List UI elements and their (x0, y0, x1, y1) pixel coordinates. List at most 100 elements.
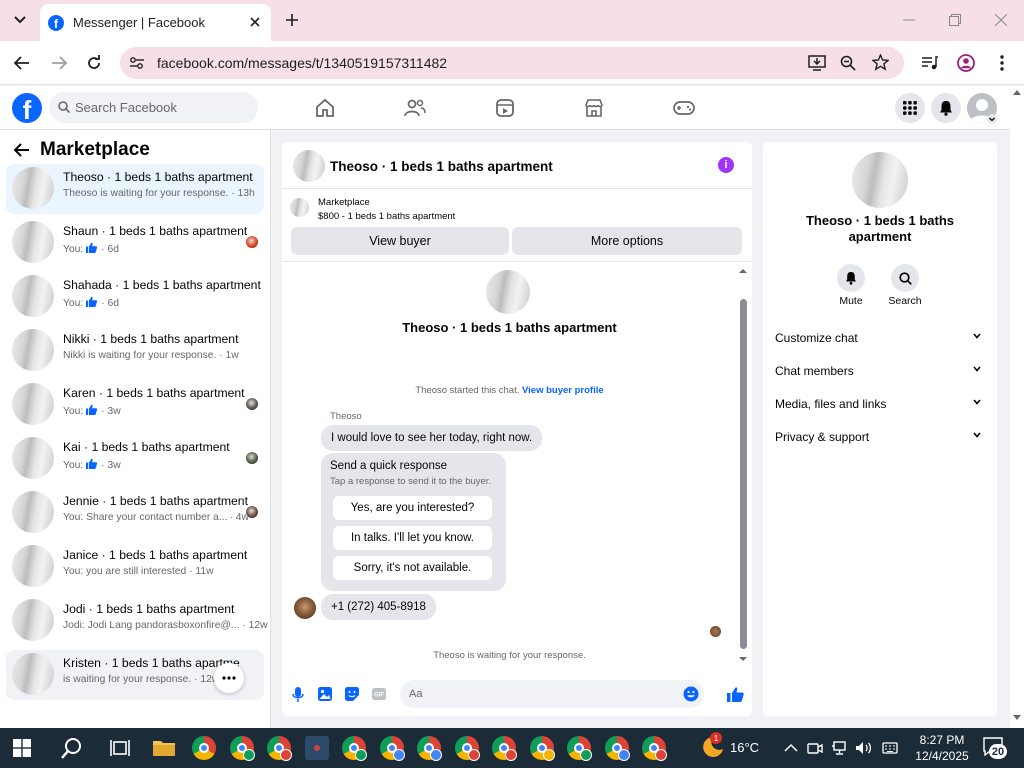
media-control-button[interactable] (920, 53, 940, 73)
preview-text: You: (63, 460, 84, 471)
address-bar[interactable]: facebook.com/messages/t/1340519157311482 (120, 47, 904, 79)
reload-button[interactable] (84, 53, 104, 73)
camera-icon[interactable] (807, 740, 823, 756)
attach-photo-button[interactable] (317, 686, 333, 702)
nav-gaming[interactable] (673, 97, 695, 119)
scroll-up-arrow-icon[interactable] (1013, 90, 1021, 95)
profile-button[interactable] (956, 53, 976, 73)
browser-menu-button[interactable] (992, 53, 1012, 73)
nav-friends[interactable] (404, 97, 426, 119)
chrome-icon[interactable] (192, 736, 216, 760)
conversation-item[interactable]: Nikki · 1 beds 1 baths apartment Nikki is… (6, 326, 264, 376)
chrome-icon[interactable] (229, 736, 255, 761)
close-tab-button[interactable] (247, 14, 263, 30)
info-icon[interactable]: i (718, 157, 734, 173)
facebook-logo[interactable]: f (12, 93, 42, 123)
chrome-icon[interactable] (417, 736, 442, 761)
minimize-button[interactable] (897, 10, 921, 30)
file-explorer-icon[interactable] (152, 736, 176, 760)
listing-title[interactable]: $800 - 1 beds 1 baths apartment (318, 211, 455, 222)
conversation-item[interactable]: Kai · 1 beds 1 baths apartment You: · 3w (6, 434, 264, 484)
emoji-icon[interactable] (683, 686, 699, 702)
more-options-button[interactable]: More options (512, 227, 742, 255)
close-window-button[interactable] (989, 10, 1013, 30)
network-icon[interactable] (831, 740, 847, 756)
menu-button[interactable] (895, 93, 925, 123)
quick-response-option[interactable]: In talks. I'll let you know. (333, 526, 492, 550)
scrollbar-thumb[interactable] (740, 299, 747, 649)
weather-widget[interactable]: 1 (700, 732, 726, 760)
conversation-item[interactable]: Jodi · 1 beds 1 baths apartment Jodi: Jod… (6, 596, 268, 646)
scroll-up-arrow-icon[interactable] (738, 268, 748, 274)
search-conversation-button[interactable] (891, 264, 919, 292)
conversation-options-button[interactable] (214, 663, 244, 693)
chat-avatar[interactable] (293, 150, 325, 182)
chrome-icon[interactable] (379, 736, 405, 761)
scroll-down-arrow-icon[interactable] (738, 656, 748, 662)
send-like-button[interactable] (726, 685, 744, 703)
notifications-button[interactable] (931, 93, 961, 123)
restore-button[interactable] (943, 10, 967, 30)
chrome-icon[interactable] (529, 736, 555, 761)
mute-button[interactable] (837, 264, 865, 292)
forward-button[interactable] (49, 53, 69, 73)
conversation-item[interactable]: Shahada · 1 beds 1 baths apartment You: · … (6, 272, 264, 322)
keyboard-icon[interactable] (882, 740, 898, 756)
chrome-icon[interactable] (567, 736, 592, 761)
message-bubble[interactable]: +1 (272) 405-8918 (321, 594, 436, 620)
new-tab-button[interactable] (282, 10, 302, 30)
view-buyer-profile-link[interactable]: View buyer profile (522, 385, 604, 396)
system-clock[interactable]: 8:27 PM 12/4/2025 (912, 732, 972, 764)
sender-avatar[interactable] (294, 597, 316, 619)
back-arrow-icon[interactable] (14, 143, 30, 157)
zoom-icon[interactable] (840, 55, 856, 71)
message-scrollbar[interactable] (737, 265, 749, 662)
conversation-item[interactable]: Theoso · 1 beds 1 baths apartment Theoso … (6, 164, 264, 214)
chevron-up-icon[interactable] (783, 740, 799, 756)
chrome-icon[interactable] (454, 736, 480, 761)
bookmark-star-icon[interactable] (872, 54, 889, 71)
quick-response-option[interactable]: Sorry, it's not available. (333, 556, 492, 580)
nav-video[interactable] (494, 97, 516, 119)
chrome-icon[interactable] (267, 736, 292, 761)
active-app-icon[interactable] (304, 736, 329, 760)
chrome-icon[interactable] (342, 736, 367, 761)
conversation-item[interactable]: Janice · 1 beds 1 baths apartment You: yo… (6, 542, 264, 592)
section-privacy-support[interactable]: Privacy & support (775, 424, 985, 450)
section-chat-members[interactable]: Chat members (775, 358, 985, 384)
section-media-files-links[interactable]: Media, files and links (775, 391, 985, 417)
preview-text: You: Share your contact number a... (63, 512, 228, 523)
chrome-icon[interactable] (604, 736, 630, 761)
windows-start-icon[interactable] (13, 739, 31, 757)
nav-marketplace[interactable] (583, 97, 605, 119)
section-customize-chat[interactable]: Customize chat (775, 325, 985, 351)
install-app-icon[interactable] (808, 54, 826, 72)
conversation-item[interactable]: Jennie · 1 beds 1 baths apartment You: Sh… (6, 488, 264, 538)
back-button[interactable] (12, 53, 32, 73)
voice-clip-button[interactable] (290, 686, 306, 702)
browser-tab[interactable]: f Messenger | Facebook (40, 4, 271, 41)
facebook-search[interactable]: Search Facebook (49, 92, 258, 123)
task-view-icon[interactable] (108, 736, 132, 760)
scroll-down-arrow-icon[interactable] (1013, 715, 1021, 720)
chrome-icon[interactable] (492, 736, 517, 761)
tab-search-button[interactable] (8, 9, 32, 31)
message-input[interactable]: Aa (400, 680, 704, 708)
notification-center-button[interactable]: 20 (982, 736, 1010, 760)
video-icon (496, 99, 514, 117)
quick-response-option[interactable]: Yes, are you interested? (333, 496, 492, 520)
chrome-icon[interactable] (642, 736, 667, 761)
chat-title[interactable]: Theoso · 1 beds 1 baths apartment (330, 159, 553, 174)
search-icon[interactable] (60, 736, 84, 760)
message-bubble[interactable]: I would love to see her today, right now… (321, 425, 543, 451)
conversation-item[interactable]: Karen · 1 beds 1 baths apartment You: · 3w (6, 380, 264, 430)
conversation-item[interactable]: Shaun · 1 beds 1 baths apartment You: · 6d (6, 218, 264, 268)
account-chevron-icon[interactable] (987, 114, 997, 124)
volume-icon[interactable] (855, 740, 871, 756)
info-avatar[interactable] (852, 152, 908, 208)
sticker-button[interactable] (344, 686, 360, 702)
page-scrollbar[interactable] (1010, 86, 1024, 728)
nav-home[interactable] (314, 97, 336, 119)
gif-button[interactable]: GIF (371, 686, 387, 702)
view-buyer-button[interactable]: View buyer (291, 227, 509, 255)
